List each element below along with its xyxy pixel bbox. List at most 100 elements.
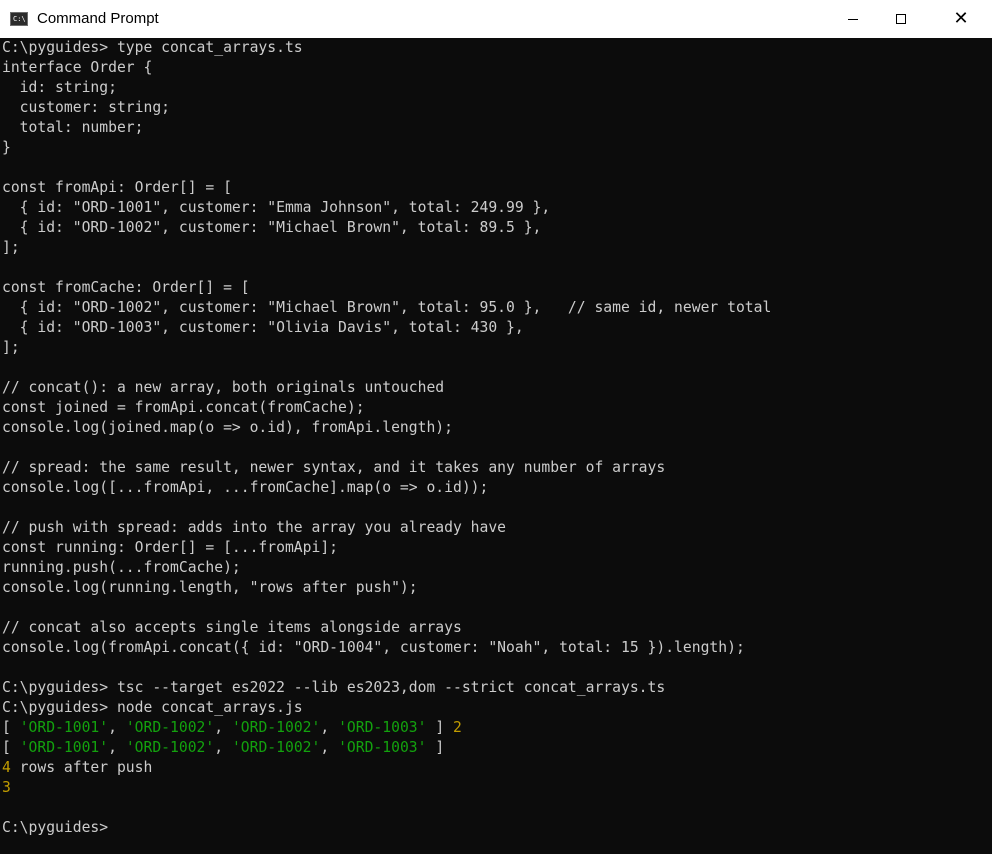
terminal-text: , <box>108 739 126 756</box>
window-title: Command Prompt <box>37 10 159 27</box>
terminal-line: C:\pyguides> tsc --target es2022 --lib e… <box>2 678 992 698</box>
terminal-text: const fromCache: Order[] = [ <box>2 279 250 296</box>
terminal-text: [ <box>2 739 20 756</box>
title-bar: C:\ Command Prompt ✕ <box>0 0 992 38</box>
terminal-line: 3 <box>2 778 992 798</box>
terminal-line: console.log(fromApi.concat({ id: "ORD-10… <box>2 638 992 658</box>
terminal-text: // push with spread: adds into the array… <box>2 519 507 536</box>
terminal-text: { id: "ORD-1002", customer: "Michael Bro… <box>2 219 542 236</box>
terminal-text: rows after push <box>10 759 153 776</box>
terminal-text: 'ORD-1001' <box>19 719 109 736</box>
terminal-text: C:\pyguides> type concat_arrays.ts <box>2 39 303 56</box>
terminal-text: , <box>320 739 339 756</box>
terminal-text: ] <box>426 719 454 736</box>
terminal-line: { id: "ORD-1002", customer: "Michael Bro… <box>2 218 992 238</box>
terminal-line: running.push(...fromCache); <box>2 558 992 578</box>
terminal-line: console.log([...fromApi, ...fromCache].m… <box>2 478 992 498</box>
terminal-line: interface Order { <box>2 58 992 78</box>
terminal-line: C:\pyguides> node concat_arrays.js <box>2 698 992 718</box>
terminal-line: C:\pyguides> type concat_arrays.ts <box>2 38 992 58</box>
terminal-line: // spread: the same result, newer syntax… <box>2 458 992 478</box>
terminal-line: console.log(running.length, "rows after … <box>2 578 992 598</box>
terminal-text: const running: Order[] = [...fromApi]; <box>2 539 339 556</box>
terminal-text: 'ORD-1003' <box>338 739 427 756</box>
terminal-line: ]; <box>2 338 992 358</box>
terminal-text: { id: "ORD-1001", customer: "Emma Johnso… <box>2 199 551 216</box>
minimize-button[interactable] <box>828 0 878 38</box>
terminal-text: const fromApi: Order[] = [ <box>2 179 232 196</box>
terminal-text: interface Order { <box>2 59 153 76</box>
terminal-text: 'ORD-1002' <box>231 719 321 736</box>
terminal-text: } <box>2 139 11 156</box>
terminal-text: 'ORD-1001' <box>19 739 109 756</box>
terminal-text: 'ORD-1002' <box>125 719 215 736</box>
terminal-line: } <box>2 138 992 158</box>
terminal-text: , <box>214 739 232 756</box>
terminal-line: [ 'ORD-1001', 'ORD-1002', 'ORD-1002', 'O… <box>2 718 992 738</box>
terminal-line: [ 'ORD-1001', 'ORD-1002', 'ORD-1002', 'O… <box>2 738 992 758</box>
terminal-line: total: number; <box>2 118 992 138</box>
terminal-text: { id: "ORD-1002", customer: "Michael Bro… <box>2 299 772 316</box>
terminal-line: const fromCache: Order[] = [ <box>2 278 992 298</box>
terminal-text: , <box>108 719 126 736</box>
terminal-line: { id: "ORD-1001", customer: "Emma Johnso… <box>2 198 992 218</box>
terminal-line: const fromApi: Order[] = [ <box>2 178 992 198</box>
terminal-line: // push with spread: adds into the array… <box>2 518 992 538</box>
close-button[interactable]: ✕ <box>936 0 986 38</box>
terminal-line: customer: string; <box>2 98 992 118</box>
terminal-text: 3 <box>2 779 11 796</box>
terminal-line: id: string; <box>2 78 992 98</box>
terminal-line: { id: "ORD-1002", customer: "Michael Bro… <box>2 298 992 318</box>
maximize-button[interactable] <box>876 0 926 38</box>
terminal-line: const joined = fromApi.concat(fromCache)… <box>2 398 992 418</box>
terminal-text: id: string; <box>2 79 117 96</box>
terminal-text: , <box>214 719 232 736</box>
terminal-text: // concat also accepts single items alon… <box>2 619 462 636</box>
minimize-icon <box>848 18 858 20</box>
terminal-text: C:\pyguides> tsc --target es2022 --lib e… <box>2 679 666 696</box>
terminal-text: C:\pyguides> <box>2 819 109 836</box>
maximize-icon <box>896 14 906 24</box>
terminal-text: customer: string; <box>2 99 171 116</box>
terminal-text: C:\pyguides> node concat_arrays.js <box>2 699 303 716</box>
terminal-text: { id: "ORD-1003", customer: "Olivia Davi… <box>2 319 524 336</box>
terminal-line: // concat also accepts single items alon… <box>2 618 992 638</box>
terminal-text: console.log([...fromApi, ...fromCache].m… <box>2 479 489 496</box>
terminal-line: { id: "ORD-1003", customer: "Olivia Davi… <box>2 318 992 338</box>
cmd-icon: C:\ <box>10 12 28 26</box>
terminal-output[interactable]: C:\pyguides> type concat_arrays.tsinterf… <box>0 38 992 854</box>
terminal-text: total: number; <box>2 119 144 136</box>
terminal-line: C:\pyguides> <box>2 818 992 838</box>
terminal-text: const joined = fromApi.concat(fromCache)… <box>2 399 365 416</box>
terminal-text: 2 <box>453 719 462 736</box>
terminal-line: 4 rows after push <box>2 758 992 778</box>
terminal-text: console.log(joined.map(o => o.id), fromA… <box>2 419 453 436</box>
terminal-text: running.push(...fromCache); <box>2 559 241 576</box>
terminal-text: // spread: the same result, newer syntax… <box>2 459 666 476</box>
terminal-text: , <box>320 719 339 736</box>
terminal-line: console.log(joined.map(o => o.id), fromA… <box>2 418 992 438</box>
terminal-text: ]; <box>2 239 20 256</box>
terminal-text: 'ORD-1002' <box>125 739 215 756</box>
terminal-text: 'ORD-1003' <box>338 719 427 736</box>
terminal-text: 4 <box>2 759 11 776</box>
terminal-text: // concat(): a new array, both originals… <box>2 379 445 396</box>
close-icon: ✕ <box>953 8 969 29</box>
terminal-text: ] <box>426 739 445 756</box>
terminal-text: ]; <box>2 339 20 356</box>
terminal-text: [ <box>2 719 20 736</box>
terminal-line: const running: Order[] = [...fromApi]; <box>2 538 992 558</box>
terminal-text: console.log(running.length, "rows after … <box>2 579 418 596</box>
terminal-line: // concat(): a new array, both originals… <box>2 378 992 398</box>
terminal-text: 'ORD-1002' <box>231 739 321 756</box>
terminal-line: ]; <box>2 238 992 258</box>
terminal-text: console.log(fromApi.concat({ id: "ORD-10… <box>2 639 745 656</box>
